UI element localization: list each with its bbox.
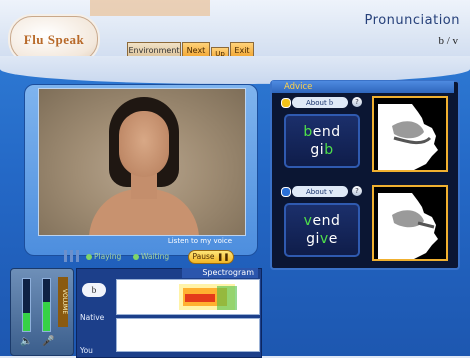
word-gib: gib [310,142,334,158]
help-icon[interactable]: ? [352,97,362,107]
spectrogram-symbol: b [82,283,106,297]
advice-title: Advice [272,81,454,93]
volume-left-slider[interactable] [22,278,31,332]
phoneme-pair: b / v [438,35,458,47]
level-bar [76,250,79,262]
waiting-label: Waiting [141,252,170,261]
level-bar [64,250,67,262]
word-give: give [306,231,338,247]
logo-text: Flu Speak [23,32,85,47]
bulb-icon [281,98,291,108]
waiting-led-icon [133,254,139,260]
playing-led-icon [86,254,92,260]
top-strip [90,0,210,16]
mic-icon[interactable]: 🎤 [42,336,54,347]
volume-label: VOLUME [58,277,68,327]
about-v-button[interactable]: About v [292,186,348,197]
help-icon[interactable]: ? [352,186,362,196]
you-label: You [80,346,93,355]
spectrogram-title: Spectrogram [182,268,258,278]
xray-v-image [372,185,448,261]
volume-right-level [43,302,50,331]
about-symbol: b [328,98,333,107]
about-b-button[interactable]: About b [292,97,348,108]
word-box-b[interactable]: bend gib [284,114,360,168]
listen-label: Listen to my voice [167,237,232,245]
vocal-tract-diagram [374,98,446,170]
user-spectrogram [116,318,260,352]
pause-label: Pause [192,252,215,261]
video-face [119,111,169,177]
playing-indicator[interactable]: Playing [86,252,121,262]
waiting-indicator[interactable]: Waiting [133,252,169,262]
page-title: Pronunciation [364,13,460,28]
about-symbol: v [328,187,333,196]
word-bend: bend [303,124,341,140]
xray-b-image [372,96,448,172]
word-vend: vend [303,213,341,229]
vocal-tract-diagram [374,187,446,259]
volume-left-level [23,313,30,331]
bulb-icon [281,187,291,197]
speaker-video [38,88,246,236]
playing-label: Playing [94,252,122,261]
native-label: Native [80,313,105,322]
native-spectrogram-graphic [179,284,237,310]
pause-icon: ❚❚ [216,252,230,261]
speaker-icon[interactable]: 🔈 [20,336,32,347]
pause-button[interactable]: Pause ❚❚ [188,250,234,264]
about-label: About [306,188,327,196]
volume-right-slider[interactable] [42,278,51,332]
native-spectrogram [116,279,260,315]
word-box-v[interactable]: vend give [284,203,360,257]
level-bar [70,250,73,262]
about-label: About [306,99,327,107]
